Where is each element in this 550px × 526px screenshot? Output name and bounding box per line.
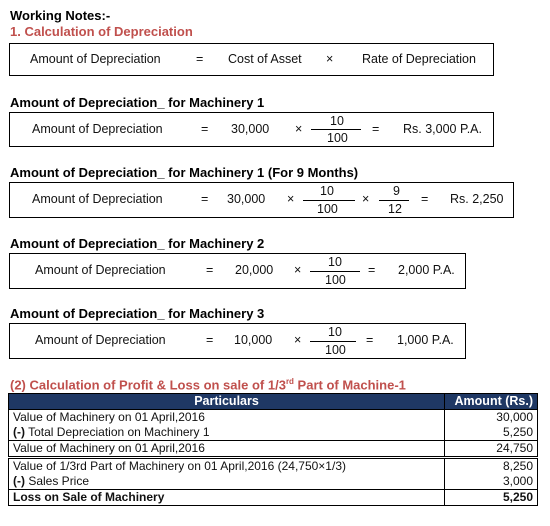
machinery-1-9m-frac2-num: 9 — [393, 184, 400, 198]
row-particular: Value of Machinery on 01 April,2016 — [8, 440, 445, 458]
machinery-2-times: × — [294, 263, 302, 277]
machinery-3-result-equals: = — [366, 333, 374, 347]
machinery-2-frac-bar — [310, 271, 360, 272]
row-prefix: (-) — [13, 425, 25, 439]
machinery-1-9m-equals: = — [201, 192, 209, 206]
section2-title-prefix: (2) Calculation of Profit & Loss on sale… — [10, 377, 286, 393]
row-text: Value of Machinery on 01 April,2016 — [13, 441, 205, 455]
row-amount: 8,250 — [444, 456, 538, 474]
table-header-row: Particulars Amount (Rs.) — [8, 393, 538, 410]
machinery-1-frac-den: 100 — [327, 131, 348, 145]
machinery-3-heading: Amount of Depreciation_ for Machinery 3 — [10, 306, 265, 321]
machinery-2-lhs: Amount of Depreciation — [35, 263, 166, 277]
table-row: Value of 1/3rd Part of Machinery on 01 A… — [8, 456, 538, 474]
header-particulars: Particulars — [8, 393, 445, 410]
machinery-1-equals: = — [201, 122, 209, 136]
row-text: Loss on Sale of Machinery — [13, 490, 165, 504]
machinery-2-result: 2,000 P.A. — [398, 263, 455, 277]
section2-title: (2) Calculation of Profit & Loss on sale… — [10, 377, 406, 392]
formula-equals: = — [196, 52, 204, 66]
formula-lhs: Amount of Depreciation — [30, 52, 161, 66]
machinery-2-base: 20,000 — [235, 263, 274, 277]
machinery-3-box: Amount of Depreciation = 10,000 × 10 100… — [9, 323, 466, 359]
machinery-2-frac-num: 10 — [328, 255, 342, 269]
row-amount: 24,750 — [444, 440, 538, 458]
row-particular: (-) Total Depreciation on Machinery 1 — [8, 425, 445, 441]
machinery-1-lhs: Amount of Depreciation — [32, 122, 163, 136]
machinery-1-9m-frac1-num: 10 — [320, 184, 334, 198]
header-amount: Amount (Rs.) — [444, 393, 538, 410]
machinery-1-result-equals: = — [372, 122, 380, 136]
row-particular: Value of 1/3rd Part of Machinery on 01 A… — [8, 456, 445, 474]
row-text: Value of Machinery on 01 April,2016 — [13, 410, 205, 424]
table-row: Value of Machinery on 01 April,2016 24,7… — [8, 440, 538, 458]
row-amount: 5,250 — [444, 425, 538, 441]
machinery-2-frac-den: 100 — [325, 273, 346, 287]
machinery-3-lhs: Amount of Depreciation — [35, 333, 166, 347]
machinery-2-equals: = — [206, 263, 214, 277]
table-total-row: Loss on Sale of Machinery 5,250 — [8, 489, 538, 506]
section2-title-suffix: Part of Machine-1 — [293, 377, 406, 393]
machinery-1-frac-num: 10 — [330, 114, 344, 128]
machinery-3-result: 1,000 P.A. — [397, 333, 454, 347]
machinery-1-9m-frac2-bar — [379, 200, 409, 201]
formula-box: Amount of Depreciation = Cost of Asset ×… — [9, 43, 494, 76]
machinery-1-9m-result: Rs. 2,250 — [450, 192, 504, 206]
machinery-1-frac-bar — [311, 129, 361, 130]
table-row: (-) Sales Price 3,000 — [8, 474, 538, 490]
machinery-1-9m-lhs: Amount of Depreciation — [32, 192, 163, 206]
machinery-1-result: Rs. 3,000 P.A. — [403, 122, 482, 136]
machinery-3-frac-den: 100 — [325, 343, 346, 357]
row-text: Value of 1/3rd Part of Machinery on 01 A… — [13, 459, 346, 473]
machinery-1-9m-box: Amount of Depreciation = 30,000 × 10 100… — [9, 182, 514, 218]
machinery-2-heading: Amount of Depreciation_ for Machinery 2 — [10, 236, 265, 251]
machinery-1-9m-base: 30,000 — [227, 192, 266, 206]
formula-term2: Rate of Depreciation — [362, 52, 476, 66]
machinery-3-frac-num: 10 — [328, 325, 342, 339]
row-amount: 3,000 — [444, 474, 538, 490]
machinery-1-9m-times: × — [287, 192, 295, 206]
section1-title: 1. Calculation of Depreciation — [10, 24, 193, 39]
row-text: Sales Price — [25, 474, 90, 488]
formula-times: × — [326, 52, 334, 66]
row-particular: Loss on Sale of Machinery — [8, 489, 445, 506]
machinery-3-frac-bar — [310, 341, 356, 342]
table-row: Value of Machinery on 01 April,2016 30,0… — [8, 409, 538, 425]
formula-term1: Cost of Asset — [228, 52, 302, 66]
machinery-3-equals: = — [206, 333, 214, 347]
machinery-2-result-equals: = — [368, 263, 376, 277]
working-notes-title: Working Notes:- — [10, 8, 111, 23]
row-amount: 30,000 — [444, 409, 538, 425]
machinery-1-heading: Amount of Depreciation_ for Machinery 1 — [10, 95, 265, 110]
machinery-2-box: Amount of Depreciation = 20,000 × 10 100… — [9, 253, 466, 289]
table-row: (-) Total Depreciation on Machinery 1 5,… — [8, 425, 538, 441]
machinery-1-9m-heading: Amount of Depreciation_ for Machinery 1 … — [10, 165, 359, 180]
machinery-1-base: 30,000 — [231, 122, 270, 136]
machinery-1-9m-times2: × — [362, 192, 370, 206]
machinery-1-9m-frac2-den: 12 — [388, 202, 402, 216]
machinery-1-9m-result-equals: = — [421, 192, 429, 206]
row-amount: 5,250 — [444, 489, 538, 506]
machinery-3-base: 10,000 — [234, 333, 273, 347]
machinery-1-9m-frac1-den: 100 — [317, 202, 338, 216]
machinery-1-9m-frac1-bar — [303, 200, 355, 201]
machinery-1-box: Amount of Depreciation = 30,000 × 10 100… — [9, 112, 494, 147]
row-text: Total Depreciation on Machinery 1 — [25, 425, 210, 439]
row-particular: (-) Sales Price — [8, 474, 445, 490]
row-prefix: (-) — [13, 474, 25, 488]
row-particular: Value of Machinery on 01 April,2016 — [8, 409, 445, 425]
machinery-3-times: × — [294, 333, 302, 347]
profit-loss-table: Particulars Amount (Rs.) Value of Machin… — [8, 393, 538, 506]
section2-title-sup: rd — [285, 377, 294, 386]
machinery-1-times: × — [295, 122, 303, 136]
